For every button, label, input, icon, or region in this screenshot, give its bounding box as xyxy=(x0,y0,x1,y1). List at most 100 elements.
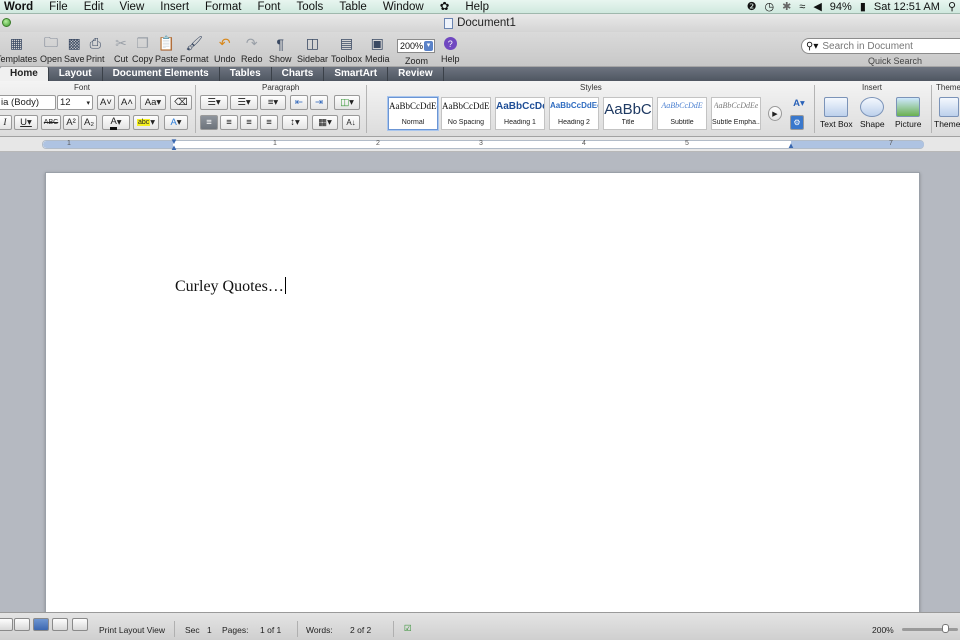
style-heading-1[interactable]: AaBbCcDc Heading 1 xyxy=(495,97,545,130)
tab-charts[interactable]: Charts xyxy=(272,67,325,81)
spelling-check-icon[interactable]: ☑ xyxy=(404,623,412,634)
templates-button[interactable]: ▦ Templates xyxy=(0,35,37,64)
align-left-button[interactable]: ≡ xyxy=(200,115,218,130)
align-right-button[interactable]: ≡ xyxy=(240,115,258,130)
tab-review[interactable]: Review xyxy=(388,67,444,81)
manage-styles-button[interactable]: ⚙ xyxy=(790,115,804,130)
borders-button[interactable]: ▦▾ xyxy=(312,115,338,130)
text-effects-button[interactable]: A ▾ xyxy=(164,115,188,130)
styles-next-button[interactable]: ▶ xyxy=(768,106,782,121)
menu-format[interactable]: Format xyxy=(197,0,249,14)
styles-pane-button[interactable]: A▾ xyxy=(788,96,810,111)
print-button[interactable]: ⎙ Print xyxy=(86,35,105,64)
style-title[interactable]: AaBbC Title xyxy=(603,97,653,130)
media-button[interactable]: ▣ Media xyxy=(365,35,390,64)
menu-help[interactable]: Help xyxy=(457,0,497,14)
menu-file[interactable]: File xyxy=(41,0,76,14)
menubar-clock[interactable]: Sat 12:51 AM xyxy=(874,0,940,14)
zoom-slider-handle[interactable] xyxy=(942,624,949,633)
spotlight-search-icon[interactable]: ⚲ xyxy=(948,0,956,14)
wifi-icon[interactable]: ≈ xyxy=(799,0,805,14)
outline-view-button[interactable] xyxy=(14,618,30,631)
horizontal-ruler[interactable]: 1 1 2 3 4 5 7 ▼ ▲ ▲ xyxy=(0,137,960,152)
help-button[interactable]: ? Help xyxy=(441,35,460,64)
bullets-button[interactable]: ☰▾ xyxy=(200,95,228,110)
font-color-button[interactable]: A ▾ xyxy=(102,115,130,130)
search-in-document-input[interactable]: ⚲▾ Search in Document xyxy=(801,38,960,54)
themes-button[interactable]: Themes xyxy=(934,97,960,129)
subscript-button[interactable]: A₂ xyxy=(81,115,97,130)
window-zoom-button[interactable] xyxy=(2,18,11,27)
open-button[interactable]: 🗀 Open xyxy=(40,34,62,65)
tab-layout[interactable]: Layout xyxy=(49,67,103,81)
strikethrough-button[interactable]: ABC xyxy=(41,115,61,130)
text-box-button[interactable]: Text Box xyxy=(820,97,853,129)
format-painter-button[interactable]: 🖌 Format xyxy=(180,35,209,64)
undo-button[interactable]: ↶ Undo xyxy=(214,35,236,64)
paste-button[interactable]: 📋 Paste xyxy=(155,35,178,64)
menu-edit[interactable]: Edit xyxy=(76,0,112,14)
publishing-layout-view-button[interactable] xyxy=(72,618,88,631)
script-menu-icon[interactable]: ✿ xyxy=(432,0,458,14)
font-name-select[interactable]: ia (Body) xyxy=(0,95,56,110)
grow-font-button[interactable]: A˅ xyxy=(97,95,115,110)
print-layout-view-button[interactable] xyxy=(33,618,49,631)
sidebar-button[interactable]: ◫ Sidebar xyxy=(297,35,328,64)
bluetooth-icon[interactable]: ✱ xyxy=(782,0,791,14)
sort-button[interactable]: A↓ xyxy=(342,115,360,130)
menu-window[interactable]: Window xyxy=(375,0,432,14)
menu-table[interactable]: Table xyxy=(331,0,375,14)
clear-formatting-button[interactable]: ⌫ xyxy=(170,95,192,110)
notebook-layout-view-button[interactable] xyxy=(52,618,68,631)
justify-button[interactable]: ≡ xyxy=(260,115,278,130)
menu-view[interactable]: View xyxy=(112,0,153,14)
battery-icon[interactable]: ▮ xyxy=(860,0,866,14)
style-no-spacing[interactable]: AaBbCcDdEe No Spacing xyxy=(441,97,491,130)
change-case-button[interactable]: Aa▾ xyxy=(140,95,166,110)
document-body-text[interactable]: Curley Quotes… xyxy=(175,277,286,296)
document-page[interactable]: Curley Quotes… xyxy=(45,172,920,632)
shrink-font-button[interactable]: A˄ xyxy=(118,95,136,110)
style-heading-2[interactable]: AaBbCcDdEe Heading 2 xyxy=(549,97,599,130)
battery-percentage[interactable]: 94% xyxy=(830,0,852,14)
notification-badge-icon[interactable]: ❷ xyxy=(747,0,757,14)
increase-indent-button[interactable]: ⇥ xyxy=(310,95,328,110)
menu-tools[interactable]: Tools xyxy=(288,0,331,14)
highlight-button[interactable]: abc ▾ xyxy=(133,115,159,130)
style-subtle-emphasis[interactable]: AaBbCcDdEe Subtle Empha... xyxy=(711,97,761,130)
numbering-button[interactable]: ☰▾ xyxy=(230,95,258,110)
time-machine-icon[interactable]: ◷ xyxy=(764,0,774,14)
volume-icon[interactable]: ◀ xyxy=(813,0,821,14)
columns-button[interactable]: ◫ ▾ xyxy=(334,95,360,110)
show-formatting-button[interactable]: ¶ Show xyxy=(269,35,292,65)
font-size-select[interactable]: 12 ▾ xyxy=(57,95,93,110)
cut-button[interactable]: ✂ Cut xyxy=(112,35,130,64)
zoom-select[interactable]: 200% ▾ xyxy=(397,39,435,53)
underline-button[interactable]: U▾ xyxy=(14,115,38,130)
menu-insert[interactable]: Insert xyxy=(152,0,197,14)
tab-smartart[interactable]: SmartArt xyxy=(324,67,389,81)
toolbox-button[interactable]: ▤ Toolbox xyxy=(331,35,362,64)
tab-tables[interactable]: Tables xyxy=(220,67,272,81)
copy-button[interactable]: ❐ Copy xyxy=(132,35,153,64)
superscript-button[interactable]: A² xyxy=(63,115,79,130)
menu-app-word[interactable]: Word xyxy=(0,0,41,14)
menu-font[interactable]: Font xyxy=(249,0,288,14)
style-normal[interactable]: AaBbCcDdEe Normal xyxy=(388,97,438,130)
line-spacing-button[interactable]: ↕▾ xyxy=(282,115,308,130)
draft-view-button[interactable] xyxy=(0,618,13,631)
multilevel-list-button[interactable]: ≡▾ xyxy=(260,95,286,110)
style-subtitle[interactable]: AaBbCcDdE Subtitle xyxy=(657,97,707,130)
redo-button[interactable]: ↷ Redo xyxy=(241,35,263,64)
left-indent-marker-icon[interactable]: ▲ xyxy=(170,143,178,152)
decrease-indent-button[interactable]: ⇤ xyxy=(290,95,308,110)
save-button[interactable]: ▩ Save xyxy=(64,35,85,64)
zoom-slider[interactable] xyxy=(902,628,958,631)
italic-button[interactable]: I xyxy=(0,115,12,130)
shape-button[interactable]: Shape xyxy=(860,97,885,129)
tab-home[interactable]: Home xyxy=(0,67,49,81)
picture-button[interactable]: Picture xyxy=(895,97,921,129)
tab-document-elements[interactable]: Document Elements xyxy=(103,67,220,81)
align-center-button[interactable]: ≡ xyxy=(220,115,238,130)
zoom-dropdown-icon[interactable]: ▾ xyxy=(424,41,433,51)
